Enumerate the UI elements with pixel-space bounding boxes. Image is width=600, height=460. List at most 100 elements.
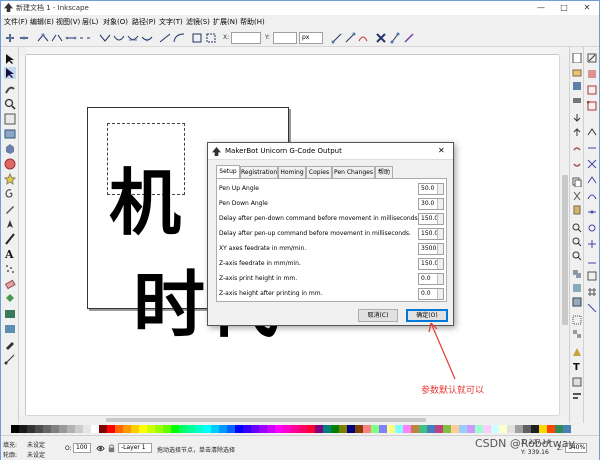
palette-swatch[interactable] xyxy=(499,425,507,433)
palette-swatch[interactable] xyxy=(43,425,51,433)
cut-icon[interactable] xyxy=(572,191,582,201)
menu-view[interactable]: 视图(V) xyxy=(56,17,80,27)
palette-swatch[interactable] xyxy=(475,425,483,433)
selector-tool-icon[interactable] xyxy=(4,53,16,65)
palette-swatch[interactable] xyxy=(123,425,131,433)
palette-swatch[interactable] xyxy=(443,425,451,433)
show-handles-icon[interactable] xyxy=(344,32,356,44)
palette-swatch[interactable] xyxy=(315,425,323,433)
fill-stroke-icon[interactable] xyxy=(572,347,582,357)
zoom-page-icon[interactable] xyxy=(572,251,582,261)
palette-swatch[interactable] xyxy=(283,425,291,433)
snap-bbox-icon[interactable] xyxy=(587,69,597,79)
paint-bucket-tool-icon[interactable] xyxy=(4,293,16,305)
save-icon[interactable] xyxy=(572,81,582,91)
palette-swatch[interactable] xyxy=(539,425,547,433)
text-font-icon[interactable]: T xyxy=(572,361,582,371)
snap-guide-icon[interactable] xyxy=(587,303,597,313)
pen-tool-icon[interactable] xyxy=(4,218,16,230)
palette-swatch[interactable] xyxy=(27,425,35,433)
horizontal-scroll-thumb[interactable] xyxy=(106,418,426,422)
x-coordinate-field[interactable] xyxy=(231,32,261,44)
pen-up-angle-input[interactable]: 50.0 xyxy=(418,183,444,195)
snap-bbox-corner-icon[interactable] xyxy=(587,101,597,111)
connector-tool-icon[interactable] xyxy=(4,353,16,365)
palette-swatch[interactable] xyxy=(547,425,555,433)
opacity-field[interactable]: 100 xyxy=(73,443,91,453)
menu-object[interactable]: 对象(O) xyxy=(103,17,128,27)
tab-pen-changes[interactable]: Pen Changes xyxy=(332,166,375,178)
palette-swatch[interactable] xyxy=(387,425,395,433)
tab-help[interactable]: 帮助 xyxy=(375,166,393,178)
align-distribute-icon[interactable] xyxy=(572,391,582,401)
palette-swatch[interactable] xyxy=(355,425,363,433)
palette-swatch[interactable] xyxy=(451,425,459,433)
palette-swatch[interactable] xyxy=(195,425,203,433)
dialog-close-button[interactable]: ✕ xyxy=(438,146,445,155)
copy-icon[interactable] xyxy=(572,177,582,187)
delete-segment-icon[interactable] xyxy=(79,32,91,44)
zoom-drawing-icon[interactable] xyxy=(572,237,582,247)
palette-swatch[interactable] xyxy=(203,425,211,433)
snap-midpoint-icon[interactable] xyxy=(587,207,597,217)
snap-bbox-edge-icon[interactable] xyxy=(587,85,597,95)
object-to-path-icon[interactable] xyxy=(191,32,203,44)
spiral-tool-icon[interactable] xyxy=(4,188,16,200)
layer-select[interactable]: -Layer 1 xyxy=(118,443,152,453)
palette-swatch[interactable] xyxy=(51,425,59,433)
fill-value[interactable]: 未设定 xyxy=(27,440,45,449)
snap-nodes-icon[interactable] xyxy=(587,127,597,137)
delete-node-icon[interactable] xyxy=(18,32,30,44)
palette-swatch[interactable] xyxy=(563,425,571,433)
palette-swatch[interactable] xyxy=(171,425,179,433)
text-tool-icon[interactable]: A xyxy=(4,248,16,260)
palette-swatch[interactable] xyxy=(339,425,347,433)
edit-clip-icon[interactable] xyxy=(375,32,387,44)
vertical-scrollbar[interactable] xyxy=(559,55,569,415)
node-symmetric-icon[interactable] xyxy=(127,32,139,44)
star-tool-icon[interactable] xyxy=(4,173,16,185)
palette-swatch[interactable] xyxy=(267,425,275,433)
spin-arrows-icon[interactable] xyxy=(437,199,443,209)
spin-arrows-icon[interactable] xyxy=(437,184,443,194)
menu-file[interactable]: 文件(F) xyxy=(4,17,28,27)
snap-smooth-icon[interactable] xyxy=(587,191,597,201)
palette-swatch[interactable] xyxy=(299,425,307,433)
palette-swatch[interactable] xyxy=(211,425,219,433)
palette-swatch[interactable] xyxy=(483,425,491,433)
palette-swatch[interactable] xyxy=(139,425,147,433)
z-after-height-input[interactable]: 0.0 xyxy=(418,288,444,300)
spin-arrows-icon[interactable] xyxy=(437,274,443,284)
palette-swatch[interactable] xyxy=(131,425,139,433)
palette-swatch[interactable] xyxy=(115,425,123,433)
palette-swatch[interactable] xyxy=(531,425,539,433)
menu-layer[interactable]: 层(L) xyxy=(82,17,98,27)
segment-line-icon[interactable] xyxy=(159,32,171,44)
palette-swatch[interactable] xyxy=(83,425,91,433)
palette-swatch[interactable] xyxy=(395,425,403,433)
clone-icon[interactable] xyxy=(572,283,582,293)
snap-grid-icon[interactable] xyxy=(587,287,597,297)
z-print-height-input[interactable]: 0.0 xyxy=(418,273,444,285)
open-document-icon[interactable] xyxy=(572,67,582,77)
snap-cusp-icon[interactable] xyxy=(587,175,597,185)
palette-swatch[interactable] xyxy=(323,425,331,433)
menu-text[interactable]: 文字(T) xyxy=(159,17,183,27)
snap-page-icon[interactable] xyxy=(587,271,597,281)
print-icon[interactable] xyxy=(572,95,582,105)
xml-editor-icon[interactable] xyxy=(572,377,582,387)
gradient-tool-icon[interactable] xyxy=(4,308,16,320)
ellipse-tool-icon[interactable] xyxy=(4,158,16,170)
snap-toggle-icon[interactable] xyxy=(587,53,597,63)
hide-layer-icon[interactable] xyxy=(96,444,105,453)
duplicate-icon[interactable] xyxy=(572,269,582,279)
palette-swatch[interactable] xyxy=(179,425,187,433)
palette-swatch[interactable] xyxy=(411,425,419,433)
palette-swatch[interactable] xyxy=(379,425,387,433)
segment-curve-icon[interactable] xyxy=(173,32,185,44)
palette-swatch[interactable] xyxy=(291,425,299,433)
palette-swatch[interactable] xyxy=(491,425,499,433)
spin-arrows-icon[interactable] xyxy=(437,259,443,269)
y-coordinate-field[interactable] xyxy=(273,32,297,44)
ungroup-icon[interactable] xyxy=(572,329,582,339)
